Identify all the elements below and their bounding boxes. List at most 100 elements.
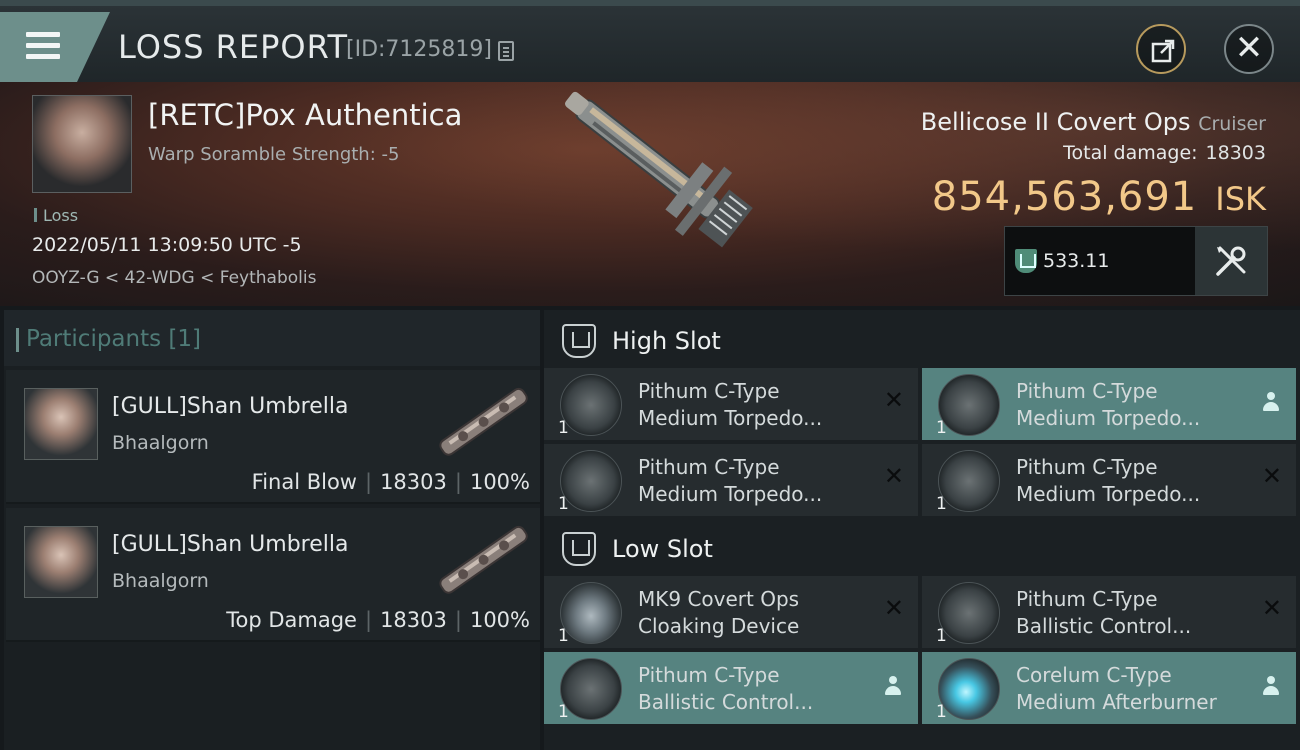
share-icon — [1151, 39, 1175, 63]
destroyed-icon: ✕ — [883, 462, 904, 490]
module-quantity: 1 — [936, 494, 947, 514]
dropped-person-icon — [1262, 392, 1280, 414]
page-title: LOSS REPORT — [118, 28, 349, 66]
shield-icon — [1015, 249, 1037, 273]
module-name-line1: Pithum C-Type — [638, 379, 780, 403]
isk-unit: ISK — [1215, 180, 1266, 218]
module-name-line2: Medium Torpedo... — [638, 406, 823, 430]
module-quantity: 1 — [936, 418, 947, 438]
participants-count: [1] — [168, 326, 202, 352]
loss-timestamp: 2022/05/11 13:09:50 UTC -5 — [32, 234, 302, 256]
fitting-value-box[interactable]: 533.11 — [1004, 226, 1268, 296]
close-icon: ✕ — [1234, 28, 1264, 68]
module-name: Pithum C-Type Medium Torpedo... — [638, 454, 864, 508]
isk-value-line: 854,563,691 ISK — [932, 174, 1266, 220]
loss-location[interactable]: OOYZ-G < 42-WDG < Feythabolis — [32, 268, 316, 288]
module-name: Pithum C-Type Ballistic Control... — [1016, 586, 1242, 640]
participants-panel: Participants [1] [GULL]Shan Umbrella Bha… — [4, 310, 540, 750]
module-item[interactable]: 1 Corelum C-Type Medium Afterburner — [922, 652, 1296, 724]
module-name-line2: Ballistic Control... — [638, 690, 814, 714]
module-name-line1: Pithum C-Type — [638, 663, 780, 687]
participants-header: Participants [1] — [4, 310, 540, 366]
fitting-tool-button[interactable] — [1195, 227, 1267, 295]
victim-panel: [RETC]Pox Authentica Warp Soramble Stren… — [0, 82, 1300, 306]
destroyed-icon: ✕ — [1261, 462, 1282, 490]
module-name-line2: Ballistic Control... — [1016, 614, 1192, 638]
destroyed-icon: ✕ — [883, 594, 904, 622]
high-slot-title: High Slot — [612, 327, 721, 355]
module-item[interactable]: 1 MK9 Covert Ops Cloaking Device ✕ — [544, 576, 918, 648]
low-slot-title: Low Slot — [612, 535, 713, 563]
wrench-screwdriver-icon — [1216, 246, 1246, 276]
participant-ship-image — [439, 387, 528, 456]
destroyed-icon: ✕ — [883, 386, 904, 414]
module-name-line2: Medium Torpedo... — [638, 482, 823, 506]
module-item[interactable]: 1 Pithum C-Type Ballistic Control... ✕ — [922, 576, 1296, 648]
hamburger-icon — [26, 32, 60, 65]
module-item[interactable]: 1 Pithum C-Type Medium Torpedo... — [922, 368, 1296, 440]
participant-ship-type: Bhaalgorn — [112, 432, 209, 454]
fitting-value: 533.11 — [1043, 250, 1110, 272]
module-name-line1: Corelum C-Type — [1016, 663, 1172, 687]
torpedo-launcher-icon — [938, 450, 1000, 512]
module-quantity: 1 — [936, 702, 947, 722]
high-slot-icon — [562, 324, 596, 358]
cloaking-device-icon — [560, 582, 622, 644]
module-name-line1: Pithum C-Type — [638, 455, 780, 479]
torpedo-launcher-icon — [560, 450, 622, 512]
afterburner-icon — [938, 658, 1000, 720]
divider: | — [364, 608, 373, 632]
high-slot-header: High Slot — [544, 312, 1300, 370]
isk-value: 854,563,691 — [931, 174, 1198, 220]
ballistic-control-icon — [938, 582, 1000, 644]
participants-title-text: Participants — [26, 326, 162, 352]
menu-button[interactable] — [0, 12, 110, 82]
dropped-person-icon — [884, 676, 902, 698]
low-slot-header: Low Slot — [544, 520, 1300, 578]
copy-icon[interactable] — [498, 41, 514, 61]
divider: | — [454, 470, 462, 494]
victim-avatar[interactable] — [32, 95, 132, 193]
victim-subtitle: Warp Soramble Strength: -5 — [148, 144, 400, 165]
share-button[interactable] — [1136, 24, 1186, 74]
module-name: Pithum C-Type Ballistic Control... — [638, 662, 864, 716]
participant-card[interactable]: [GULL]Shan Umbrella Bhaalgorn Top Damage… — [6, 508, 540, 642]
participant-role: Top Damage — [226, 608, 357, 632]
total-damage-value: 18303 — [1205, 142, 1266, 164]
ship-class: Cruiser — [1198, 113, 1266, 135]
participant-ship-type: Bhaalgorn — [112, 570, 209, 592]
participant-stats: Final Blow | 18303 | 100% — [252, 470, 530, 494]
module-item[interactable]: 1 Pithum C-Type Medium Torpedo... ✕ — [544, 444, 918, 516]
ship-name-text: Bellicose II Covert Ops — [920, 108, 1191, 136]
victim-ship-image[interactable] — [530, 87, 770, 297]
participant-avatar[interactable] — [24, 526, 98, 598]
module-quantity: 1 — [558, 702, 569, 722]
participant-card[interactable]: [GULL]Shan Umbrella Bhaalgorn Final Blow… — [6, 370, 540, 504]
participant-percent: 100% — [469, 470, 530, 494]
fitting-panel: High Slot 1 Pithum C-Type Medium Torpedo.… — [544, 310, 1300, 750]
module-name-line1: MK9 Covert Ops — [638, 587, 800, 611]
module-name-line1: Pithum C-Type — [1016, 455, 1158, 479]
report-id: [ID:7125819] — [346, 37, 492, 62]
destroyed-icon: ✕ — [1261, 594, 1282, 622]
victim-ship-name[interactable]: Bellicose II Covert Ops Cruiser — [921, 108, 1266, 136]
participant-role: Final Blow — [251, 470, 357, 494]
module-name-line2: Cloaking Device — [638, 614, 800, 638]
module-item[interactable]: 1 Pithum C-Type Medium Torpedo... ✕ — [544, 368, 918, 440]
module-name-line1: Pithum C-Type — [1016, 379, 1158, 403]
participant-damage: 18303 — [380, 608, 447, 632]
divider: | — [454, 608, 462, 632]
victim-name[interactable]: [RETC]Pox Authentica — [148, 98, 462, 132]
module-name-line2: Medium Afterburner — [1016, 690, 1217, 714]
participant-damage: 18303 — [380, 470, 447, 494]
module-item[interactable]: 1 Pithum C-Type Ballistic Control... — [544, 652, 918, 724]
participant-avatar[interactable] — [24, 388, 98, 460]
participant-percent: 100% — [469, 608, 530, 632]
total-damage-label: Total damage: — [1063, 142, 1198, 164]
participant-stats: Top Damage | 18303 | 100% — [226, 608, 530, 632]
module-name-line2: Medium Torpedo... — [1016, 406, 1201, 430]
total-damage: Total damage: 18303 — [1063, 142, 1266, 164]
low-slot-icon — [562, 532, 596, 566]
module-item[interactable]: 1 Pithum C-Type Medium Torpedo... ✕ — [922, 444, 1296, 516]
close-button[interactable]: ✕ — [1224, 24, 1274, 74]
